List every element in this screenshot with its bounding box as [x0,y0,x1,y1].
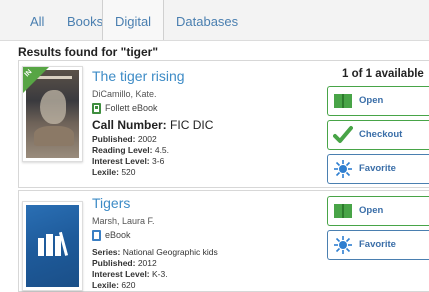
checkout-button-label: Checkout [359,129,403,140]
format-label: eBook [92,230,131,242]
follett-ebook-icon [92,103,101,115]
open-button[interactable]: Open [327,86,429,116]
book-title-link[interactable]: The tiger rising [92,68,185,84]
lexile-label: Lexile: [92,280,119,290]
favorite-button-label: Favorite [359,239,396,250]
call-number-label: Call Number: [92,118,167,132]
author-name: Marsh, Laura F. [92,216,155,226]
series-value: National Geographic kids [122,247,218,257]
book-cover[interactable] [22,201,83,291]
results-header: Results found for "tiger" [18,45,159,59]
published-line: Published: 2012 [92,258,157,268]
availability-status: 1 of 1 available [342,68,424,80]
interest-level-line: Interest Level: K-3. [92,269,168,279]
interest-level-value: K-3. [152,269,168,279]
interest-level-line: Interest Level: 3-6 [92,156,164,166]
ebook-icon [92,230,101,242]
star-icon [334,160,352,178]
books-placeholder-icon [38,231,69,256]
tab-books[interactable]: Books [67,0,103,40]
call-number: Call Number: FIC DIC [92,118,213,132]
tab-databases[interactable]: Databases [176,0,238,40]
star-icon [334,236,352,254]
open-book-icon [334,204,352,218]
favorite-button[interactable]: Favorite [327,230,429,260]
published-line: Published: 2002 [92,134,157,144]
book-cover-image [26,205,79,287]
tab-all[interactable]: All [30,0,44,40]
format-label: Follett eBook [92,103,158,115]
published-label: Published: [92,258,136,268]
open-button[interactable]: Open [327,196,429,226]
lexile-line: Lexile: 520 [92,167,136,177]
published-value: 2002 [137,134,157,144]
open-button-label: Open [359,205,384,216]
book-title-link[interactable]: Tigers [92,195,130,211]
book-cover[interactable]: IN [22,66,83,162]
reading-level-label: Reading Level: [92,145,153,155]
lexile-label: Lexile: [92,167,119,177]
checkout-button[interactable]: Checkout [327,120,429,150]
series-line: Series: National Geographic kids [92,247,218,257]
published-label: Published: [92,134,136,144]
series-label: Series: [92,247,121,257]
author-name: DiCamillo, Kate. [92,89,157,99]
interest-level-label: Interest Level: [92,269,150,279]
format-text: eBook [105,230,131,240]
open-button-label: Open [359,95,384,106]
reading-level-value: 4.5. [154,145,170,155]
open-book-icon [334,94,352,108]
published-value: 2012 [137,258,157,268]
lexile-value: 520 [121,167,136,177]
format-text: Follett eBook [105,103,158,113]
interest-level-value: 3-6 [152,156,165,166]
favorite-button[interactable]: Favorite [327,154,429,184]
tab-digital[interactable]: Digital [102,0,164,40]
reading-level-line: Reading Level: 4.5. [92,145,169,155]
favorite-button-label: Favorite [359,163,396,174]
interest-level-label: Interest Level: [92,156,150,166]
lexile-line: Lexile: 620 [92,280,136,290]
checkmark-icon [333,126,353,143]
filter-tab-bar: All Books Digital Databases [0,0,429,41]
lexile-value: 620 [121,280,136,290]
call-number-value: FIC DIC [170,118,214,132]
